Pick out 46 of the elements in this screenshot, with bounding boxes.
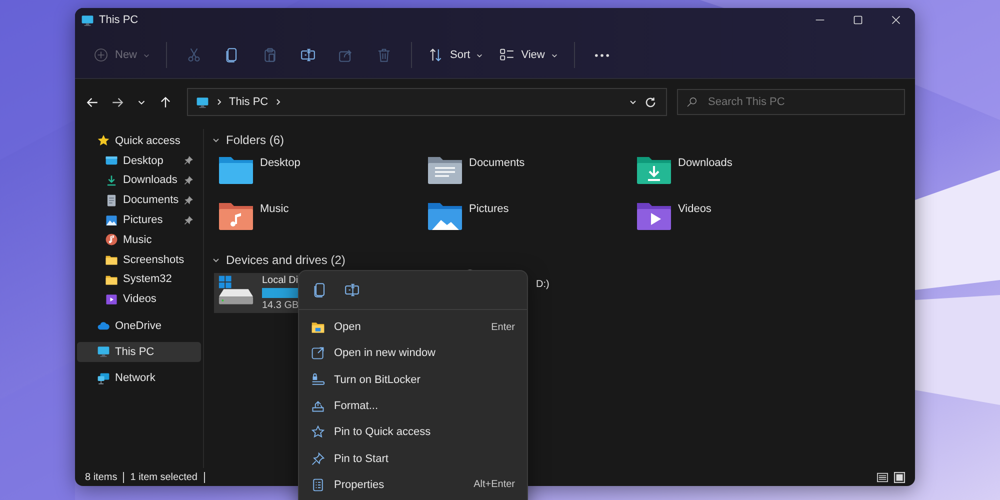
folder-item[interactable]: Desktop (218, 153, 427, 199)
sidebar-item[interactable]: Music (77, 230, 201, 250)
section-title: Folders (6) (226, 133, 284, 147)
drive-name: D:) (536, 279, 550, 290)
shortcut-text: Alt+Enter (474, 479, 515, 490)
sidebar-item[interactable]: Desktop (77, 150, 201, 171)
menu-item[interactable]: Pin to Quick access (299, 419, 527, 446)
menu-item[interactable]: Format... (299, 392, 527, 420)
sidebar-item[interactable]: This PC (77, 342, 201, 362)
folder-item[interactable]: Documents (427, 153, 636, 199)
drive-space: 14.3 GB (262, 300, 300, 311)
folder-item[interactable]: Videos (636, 199, 845, 245)
sidebar-item[interactable]: Downloads (77, 170, 201, 190)
drive-name: Local Di (262, 275, 300, 286)
folder-name: Music (260, 203, 289, 215)
menu-item[interactable]: Pin to Start (299, 445, 527, 472)
window-title: This PC (99, 14, 138, 26)
sidebar-item[interactable]: Documents (77, 190, 201, 210)
address-bar[interactable]: This PC (187, 88, 667, 116)
folder-name: Documents (469, 157, 525, 169)
folder-name: Videos (678, 203, 712, 215)
view-button[interactable]: View (493, 41, 564, 69)
section-title: Devices and drives (2) (226, 253, 346, 267)
sidebar-item[interactable]: Screenshots (77, 250, 201, 270)
sort-button[interactable]: Sort (422, 41, 490, 69)
sidebar-item[interactable]: Videos (77, 289, 201, 310)
folder-item[interactable]: Downloads (636, 153, 845, 199)
menu-item[interactable]: Properties Alt+Enter (299, 472, 527, 498)
folder-name: Pictures (469, 203, 509, 215)
folder-item[interactable]: Pictures (427, 199, 636, 245)
menu-item[interactable]: Open Enter (299, 314, 527, 340)
folder-name: Desktop (260, 157, 300, 169)
item-count: 8 items (85, 472, 118, 482)
selection-count: 1 item selected (130, 472, 198, 482)
folder-item[interactable]: Music (218, 199, 427, 245)
menu-item[interactable]: Open in new window (299, 340, 527, 367)
search-field[interactable]: Search This PC (677, 89, 905, 115)
sidebar-item[interactable]: OneDrive (77, 316, 201, 336)
breadcrumb[interactable]: This PC (229, 96, 268, 108)
sidebar-item[interactable]: Pictures (77, 210, 201, 230)
shortcut-text: Enter (491, 322, 515, 333)
sidebar-item[interactable]: Network (77, 368, 201, 388)
menu-item[interactable]: Turn on BitLocker (299, 366, 527, 393)
sidebar-item[interactable]: System32 (77, 270, 201, 290)
sidebar-item[interactable]: Quick access (77, 131, 201, 151)
folder-name: Downloads (678, 157, 732, 169)
